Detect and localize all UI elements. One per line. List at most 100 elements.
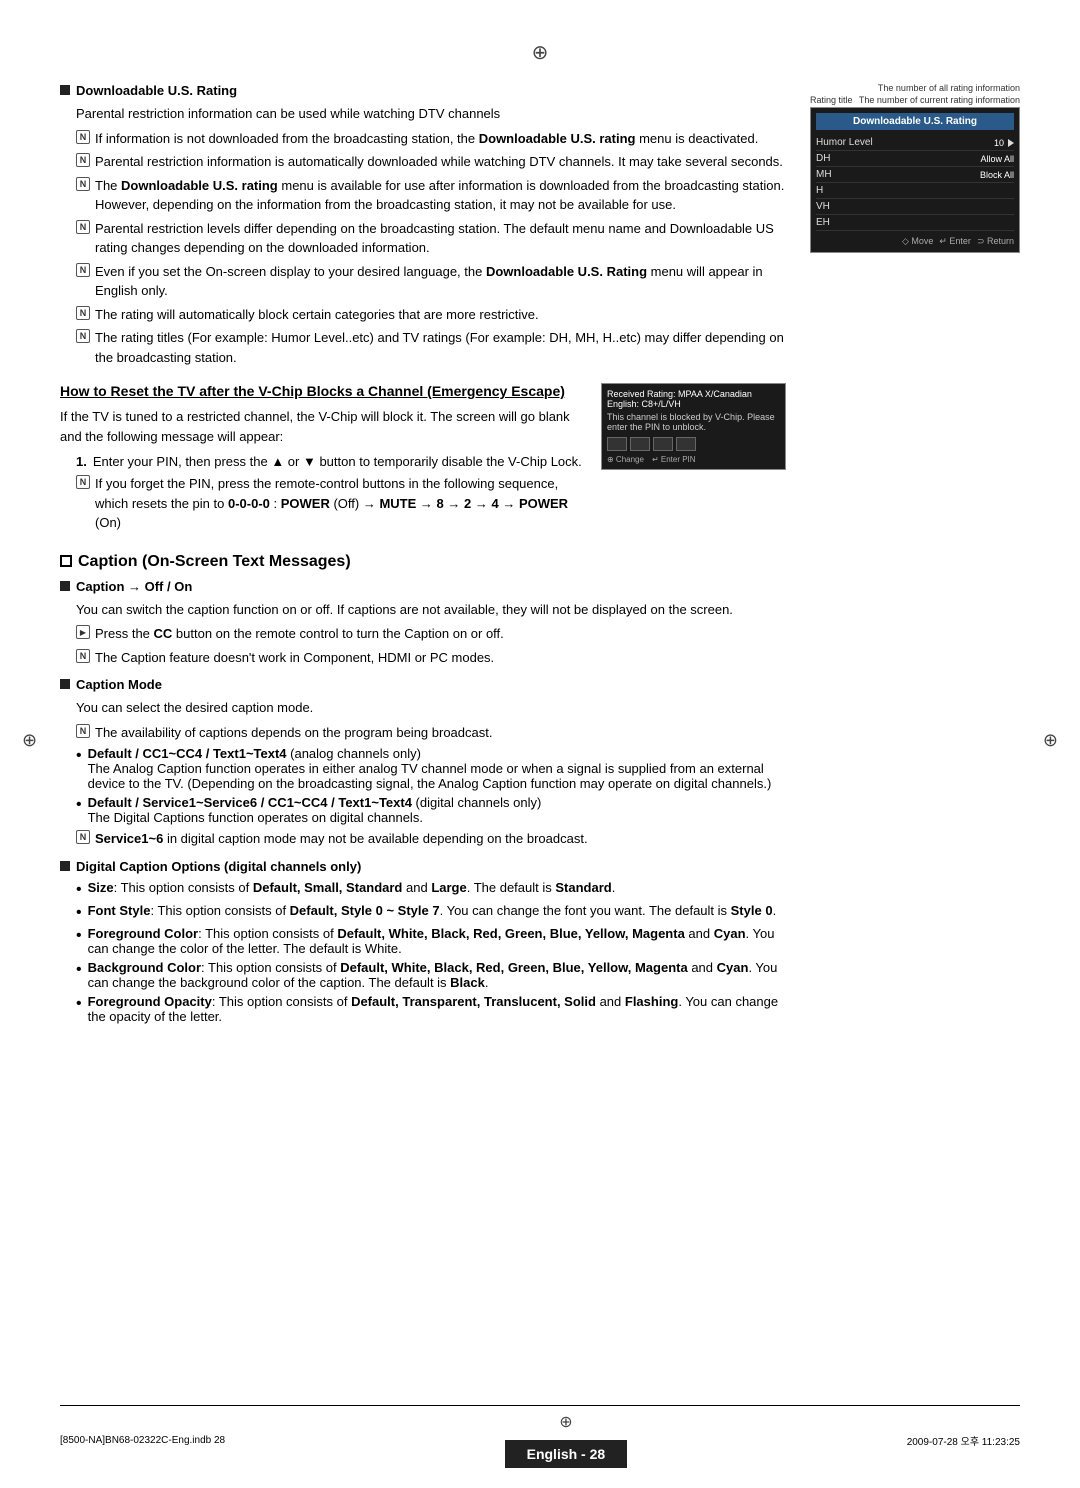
pin-input-boxes bbox=[607, 437, 780, 451]
tv-panel-row-eh: EH bbox=[816, 215, 1014, 231]
digital-caption-font-style: • Font Style: This option consists of De… bbox=[76, 903, 786, 922]
emergency-nav-change: ⊕ Change bbox=[607, 455, 644, 464]
digital-caption-section: Digital Caption Options (digital channel… bbox=[60, 859, 786, 1024]
note-item-2: N Parental restriction information is au… bbox=[76, 152, 786, 172]
tv-panel-nav: ◇ Move ↵ Enter ⊃ Return bbox=[816, 236, 1014, 247]
main-content: Downloadable U.S. Rating Parental restri… bbox=[60, 83, 786, 1028]
caption-mode-header: Caption Mode bbox=[60, 677, 786, 692]
caption-mode-note-icon-2: N bbox=[76, 830, 90, 844]
digital-caption-header: Digital Caption Options (digital channel… bbox=[60, 859, 786, 874]
section-bullet-icon bbox=[60, 85, 70, 95]
emergency-nav-enter: ↵ Enter PIN bbox=[652, 455, 696, 464]
mh-label: MH bbox=[816, 169, 832, 180]
caption-mode-bullet-text-1: Default / CC1~CC4 / Text1~Text4 (analog … bbox=[88, 746, 786, 791]
emergency-panel-text: This channel is blocked by V-Chip. Pleas… bbox=[607, 412, 780, 432]
downloadable-rating-para: Parental restriction information can be … bbox=[76, 104, 786, 124]
fg-opacity-text: Foreground Opacity: This option consists… bbox=[88, 994, 786, 1024]
note-icon-4: N bbox=[76, 220, 90, 234]
footer-left-text: [8500-NA]BN68-02322C-Eng.indb 28 bbox=[60, 1435, 225, 1446]
caption-onoff-header: Caption → Off / On bbox=[60, 579, 786, 594]
tv-panel-row-dh: DH Allow All bbox=[816, 151, 1014, 167]
caption-on-off-section: Caption → Off / On You can switch the ca… bbox=[60, 579, 786, 668]
font-text: Font Style: This option consists of Defa… bbox=[88, 903, 777, 918]
caption-checkbox-icon bbox=[60, 555, 72, 567]
bullet-dot-1: • bbox=[76, 746, 82, 765]
note-text-6: The rating will automatically block cert… bbox=[95, 305, 539, 325]
caption-onoff-note-icon-2: N bbox=[76, 649, 90, 663]
note-text-3: The Downloadable U.S. rating menu is ava… bbox=[95, 176, 786, 215]
nav-move: ◇ Move bbox=[902, 236, 933, 247]
emergency-note-1: N If you forget the PIN, press the remot… bbox=[76, 474, 583, 533]
digital-caption-fg-opacity: • Foreground Opacity: This option consis… bbox=[76, 994, 786, 1024]
fg-opacity-bullet-dot: • bbox=[76, 994, 82, 1013]
bg-color-bullet-dot: • bbox=[76, 960, 82, 979]
tv-panel: Downloadable U.S. Rating Humor Level 10 … bbox=[810, 107, 1020, 253]
mh-value: Block All bbox=[980, 170, 1014, 180]
rating-labels-row: Rating title The number of current ratin… bbox=[810, 95, 1020, 105]
note-icon-1: N bbox=[76, 130, 90, 144]
step-number-1: 1. bbox=[76, 454, 87, 469]
humor-level-arrow bbox=[1008, 139, 1014, 147]
emergency-panel-container: Received Rating: MPAA X/Canadian English… bbox=[601, 383, 786, 480]
emergency-tv-panel: Received Rating: MPAA X/Canadian English… bbox=[601, 383, 786, 470]
h-label: H bbox=[816, 185, 823, 196]
footer-center: ⊕ English - 28 bbox=[505, 1412, 628, 1468]
caption-mode-bullet-2: • Default / Service1~Service6 / CC1~CC4 … bbox=[76, 795, 786, 825]
digital-caption-fg-color: • Foreground Color: This option consists… bbox=[76, 926, 786, 956]
emergency-escape-section: How to Reset the TV after the V-Chip Blo… bbox=[60, 383, 786, 537]
tv-panel-row-h: H bbox=[816, 183, 1014, 199]
caption-onoff-note-text-2: The Caption feature doesn't work in Comp… bbox=[95, 648, 494, 668]
sidebar-column: The number of all rating information Rat… bbox=[810, 83, 1020, 268]
emergency-panel-title: Received Rating: MPAA X/Canadian English… bbox=[607, 389, 780, 409]
downloadable-rating-title: Downloadable U.S. Rating bbox=[76, 83, 237, 98]
caption-mode-note-2: N Service1~6 in digital caption mode may… bbox=[76, 829, 786, 849]
emergency-escape-intro: If the TV is tuned to a restricted chann… bbox=[60, 407, 583, 446]
caption-mode-note-text-1: The availability of captions depends on … bbox=[95, 723, 492, 743]
size-text: Size: This option consists of Default, S… bbox=[88, 880, 616, 895]
font-bullet-dot: • bbox=[76, 903, 82, 922]
tv-panel-row-vh: VH bbox=[816, 199, 1014, 215]
footer-right-text: 2009-07-28 오후 11:23:25 bbox=[907, 1433, 1020, 1448]
fg-color-text: Foreground Color: This option consists o… bbox=[88, 926, 786, 956]
note-item-4: N Parental restriction levels differ dep… bbox=[76, 219, 786, 258]
caption-mode-title: Caption Mode bbox=[76, 677, 162, 692]
pin-box-1 bbox=[607, 437, 627, 451]
emergency-escape-title: How to Reset the TV after the V-Chip Blo… bbox=[60, 383, 583, 399]
caption-mode-note-icon-1: N bbox=[76, 724, 90, 738]
fg-color-bullet-dot: • bbox=[76, 926, 82, 945]
note-icon-2: N bbox=[76, 153, 90, 167]
note-item-7: N The rating titles (For example: Humor … bbox=[76, 328, 786, 367]
note-text-7: The rating titles (For example: Humor Le… bbox=[95, 328, 786, 367]
caption-onoff-note-text-1: Press the CC button on the remote contro… bbox=[95, 624, 504, 644]
dh-label: DH bbox=[816, 153, 830, 164]
size-bullet-dot: • bbox=[76, 880, 82, 899]
tv-panel-header: Downloadable U.S. Rating bbox=[816, 113, 1014, 130]
caption-mode-text: You can select the desired caption mode. bbox=[76, 698, 786, 718]
page-container: ⊕ Downloadable U.S. Rating Parental rest… bbox=[0, 0, 1080, 1488]
remote-icon-1: ▶ bbox=[76, 625, 90, 639]
nav-return: ⊃ Return bbox=[977, 236, 1014, 247]
note-item-1: N If information is not downloaded from … bbox=[76, 129, 786, 149]
caption-mode-note-text-2: Service1~6 in digital caption mode may n… bbox=[95, 829, 588, 849]
footer-content: [8500-NA]BN68-02322C-Eng.indb 28 ⊕ Engli… bbox=[60, 1412, 1020, 1468]
caption-onoff-note-2: N The Caption feature doesn't work in Co… bbox=[76, 648, 786, 668]
caption-onoff-text: You can switch the caption function on o… bbox=[76, 600, 786, 620]
vh-label: VH bbox=[816, 201, 830, 212]
step-text-1: Enter your PIN, then press the ▲ or ▼ bu… bbox=[93, 454, 582, 469]
downloadable-rating-section: Downloadable U.S. Rating Parental restri… bbox=[60, 83, 786, 367]
digital-caption-title: Digital Caption Options (digital channel… bbox=[76, 859, 361, 874]
note-item-3: N The Downloadable U.S. rating menu is a… bbox=[76, 176, 786, 215]
note-icon-6: N bbox=[76, 306, 90, 320]
left-compass-icon: ⊕ bbox=[22, 730, 37, 751]
footer-divider bbox=[60, 1405, 1020, 1406]
note-icon-3: N bbox=[76, 177, 90, 191]
rating-title-label: Rating title bbox=[810, 95, 853, 105]
eh-label: EH bbox=[816, 217, 830, 228]
digital-caption-size: • Size: This option consists of Default,… bbox=[76, 880, 786, 899]
note-item-6: N The rating will automatically block ce… bbox=[76, 305, 786, 325]
bg-color-text: Background Color: This option consists o… bbox=[88, 960, 786, 990]
note-text-1: If information is not downloaded from th… bbox=[95, 129, 758, 149]
current-rating-label: The number of current rating information bbox=[859, 95, 1020, 105]
humor-level-value: 10 bbox=[994, 138, 1004, 148]
caption-mode-note-1: N The availability of captions depends o… bbox=[76, 723, 786, 743]
